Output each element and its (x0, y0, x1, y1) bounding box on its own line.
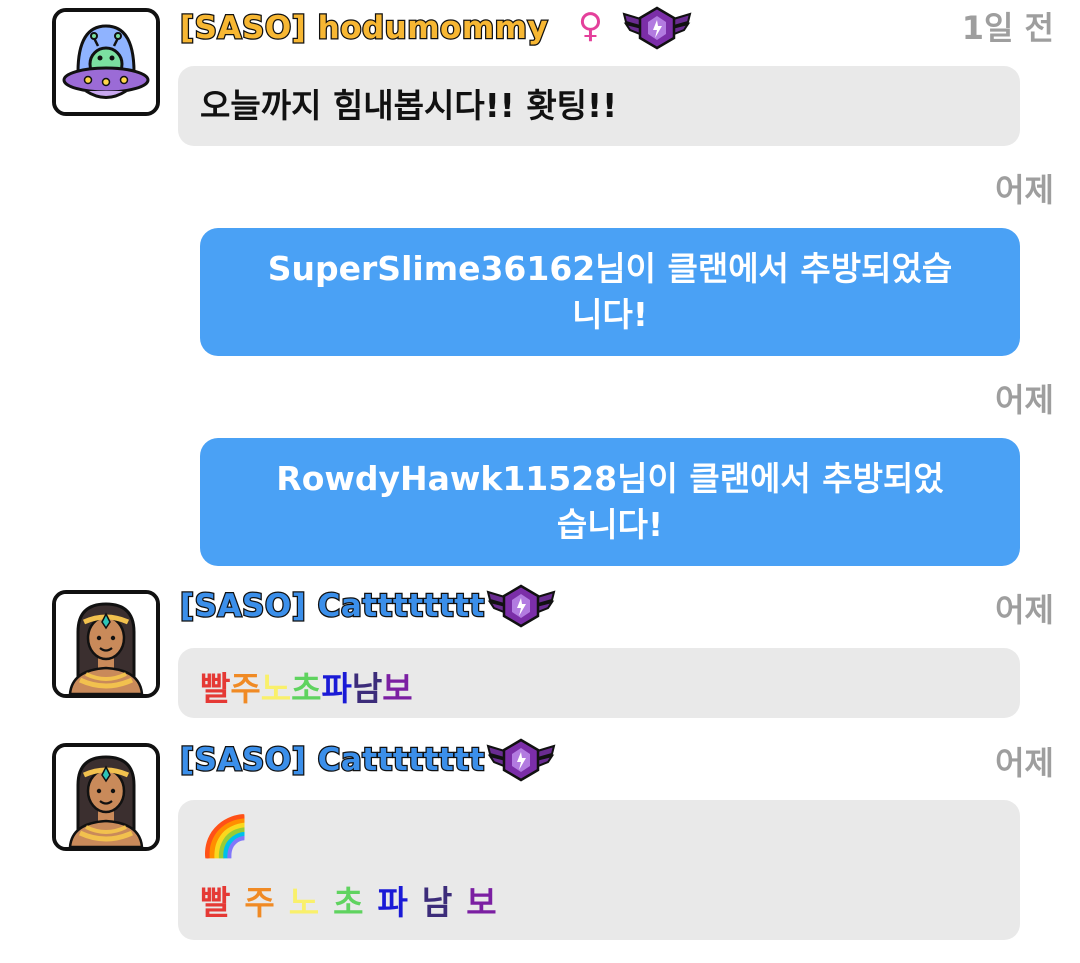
rainbow-emoji: 🌈 (200, 814, 250, 860)
message-timestamp: 어제 (995, 744, 1054, 782)
system-message-line: RowdyHawk11528님이 클랜에서 추방되었 (276, 459, 944, 498)
chat-bubble: 🌈 빨주노초파남보 (178, 800, 1020, 940)
rainbow-char: 파 (321, 669, 352, 708)
rainbow-char: 파 (377, 883, 408, 922)
system-message-bubble: SuperSlime36162님이 클랜에서 추방되었습 니다! (200, 228, 1020, 356)
female-gender-icon: ♀ (578, 6, 603, 46)
username[interactable]: [SASO] hodumommy (179, 8, 549, 48)
rainbow-char: 남 (421, 883, 453, 922)
chat-bubble: 오늘까지 힘내봅시다!! 홧팅!! (178, 66, 1020, 146)
clan-rank-badge-icon (622, 6, 692, 50)
message-timestamp: 1일 전 (961, 9, 1054, 47)
rainbow-char: 주 (244, 883, 275, 922)
rainbow-char: 초 (333, 883, 364, 922)
message-timestamp: 어제 (995, 381, 1054, 419)
rainbow-char: 노 (288, 883, 320, 922)
username[interactable]: [SASO] Catttttttt (179, 740, 486, 780)
chat-bubble: 빨주노초파남보 (178, 648, 1020, 718)
avatar-egyptian-woman[interactable] (52, 590, 160, 698)
rainbow-text: 빨주노초파남보 (200, 876, 998, 924)
rainbow-char: 빨 (200, 883, 231, 922)
rainbow-char: 보 (466, 883, 497, 922)
system-message-line: SuperSlime36162님이 클랜에서 추방되었습 (267, 249, 953, 288)
avatar-egyptian-woman[interactable] (52, 743, 160, 851)
rainbow-text: 빨주노초파남보 (200, 662, 998, 710)
avatar-alien-ufo[interactable] (52, 8, 160, 116)
rainbow-char: 초 (291, 669, 322, 708)
system-message-line: 니다! (572, 295, 648, 334)
rainbow-char: 남 (351, 669, 383, 708)
clan-rank-badge-icon (486, 584, 556, 628)
rainbow-char: 주 (230, 669, 261, 708)
system-message-line: 습니다! (556, 505, 664, 544)
message-text: 오늘까지 힘내봅시다!! 홧팅!! (200, 86, 618, 125)
message-timestamp: 어제 (995, 591, 1054, 629)
rainbow-char: 보 (382, 669, 413, 708)
system-message-bubble: RowdyHawk11528님이 클랜에서 추방되었 습니다! (200, 438, 1020, 566)
message-timestamp: 어제 (995, 171, 1054, 209)
clan-rank-badge-icon (486, 738, 556, 782)
username[interactable]: [SASO] Catttttttt (179, 586, 486, 626)
rainbow-char: 빨 (200, 669, 231, 708)
rainbow-char: 노 (260, 669, 292, 708)
